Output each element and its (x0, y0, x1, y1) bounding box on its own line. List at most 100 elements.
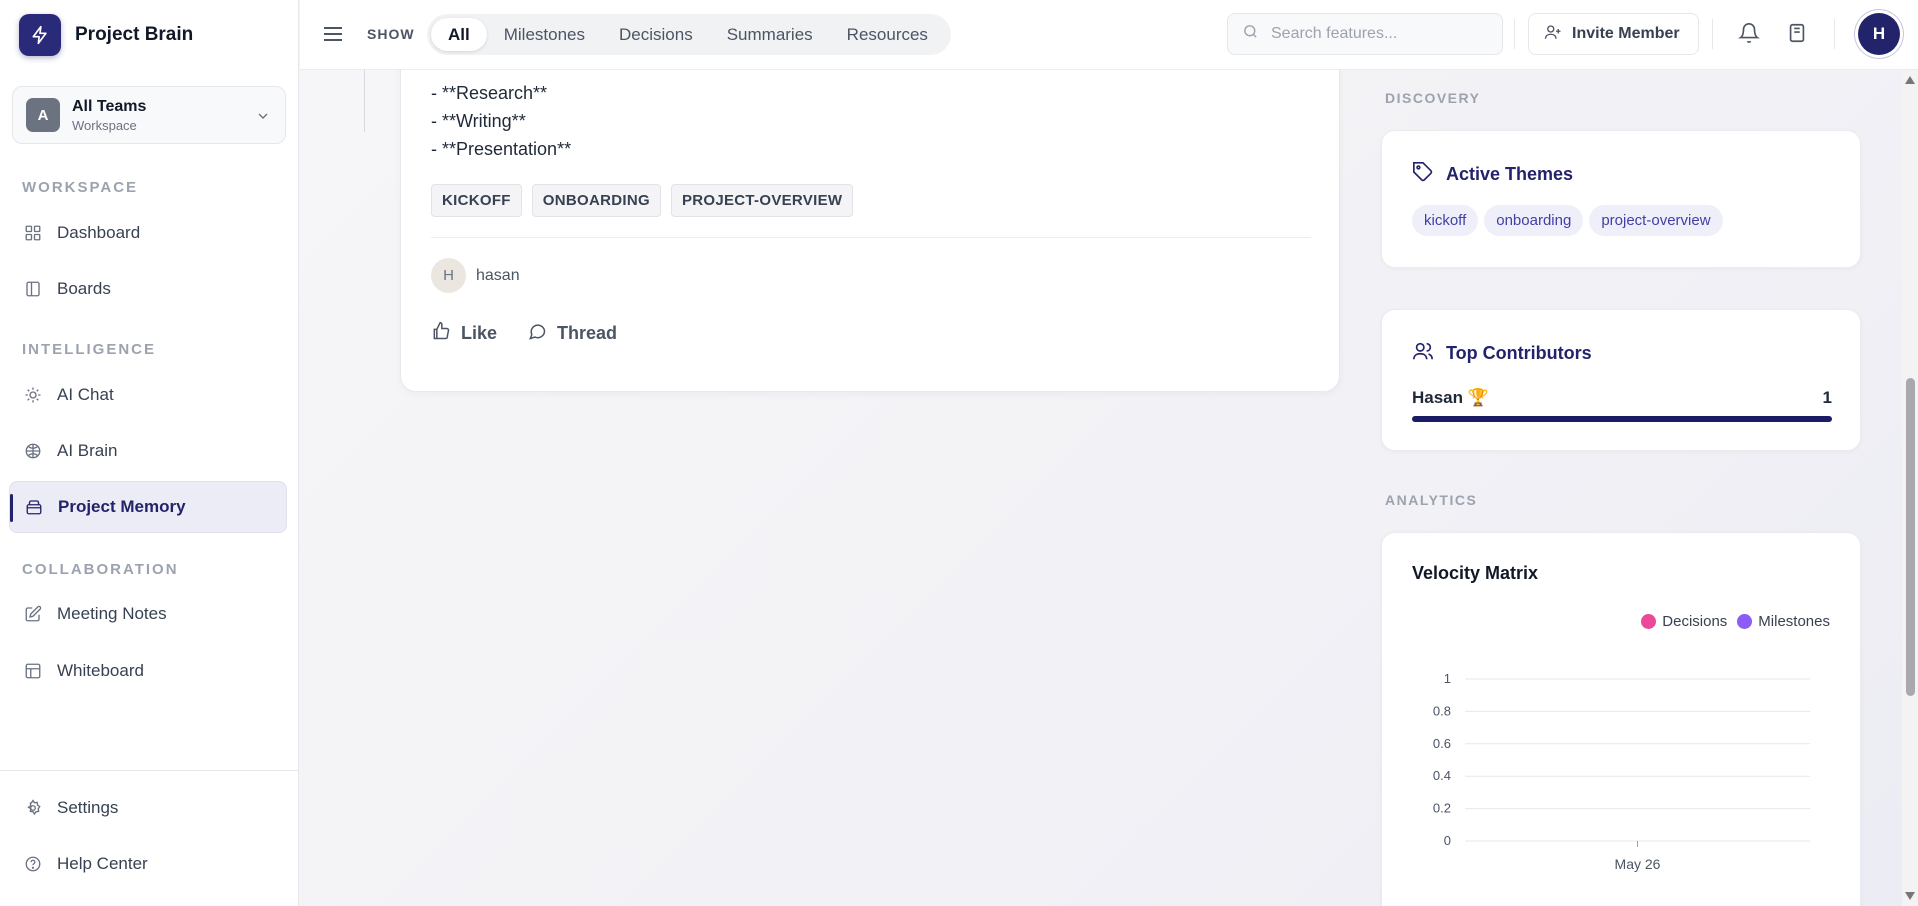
author-name: hasan (476, 266, 520, 284)
thread-button[interactable]: Thread (527, 321, 617, 346)
team-avatar: A (26, 98, 60, 132)
brand[interactable]: Project Brain (19, 14, 193, 56)
theme-chip-project-overview[interactable]: project-overview (1589, 205, 1723, 236)
sidebar-item-help-center[interactable]: Help Center (9, 838, 287, 890)
team-name: All Teams (72, 97, 147, 115)
board-icon (23, 279, 43, 299)
y-tick-label: 0.4 (1433, 768, 1451, 783)
search-input[interactable] (1271, 25, 1491, 43)
sidebar-item-settings[interactable]: Settings (9, 782, 287, 834)
sidebar-item-project-memory[interactable]: Project Memory (9, 481, 287, 533)
legend-dot (1737, 614, 1753, 629)
analytics-label: ANALYTICS (1385, 492, 1478, 508)
scroll-down-arrow[interactable] (1905, 892, 1915, 900)
y-tick-label: 0.6 (1433, 736, 1451, 751)
tag-project-overview[interactable]: PROJECT-OVERVIEW (670, 184, 854, 217)
y-tick-label: 0 (1444, 833, 1451, 848)
grid-icon (23, 223, 43, 243)
section-label-collaboration: COLLABORATION (22, 561, 179, 578)
scrollbar[interactable] (1902, 70, 1918, 906)
post-tags: KICKOFF ONBOARDING PROJECT-OVERVIEW (431, 184, 863, 217)
scroll-up-arrow[interactable] (1905, 76, 1915, 84)
filter-tab-summaries[interactable]: Summaries (710, 18, 830, 51)
discovery-label: DISCOVERY (1385, 90, 1481, 106)
legend-dot (1641, 614, 1657, 629)
edit-icon (23, 604, 43, 624)
top-contributors-title: Top Contributors (1446, 343, 1592, 363)
archive-icon (24, 497, 44, 517)
layout-icon (23, 661, 43, 681)
sidebar-item-boards[interactable]: Boards (9, 263, 287, 315)
invite-member-button[interactable]: Invite Member (1528, 13, 1699, 55)
contributor-count: 1 (1822, 388, 1832, 407)
search-icon (1242, 23, 1259, 45)
sidebar-item-label: Boards (57, 279, 111, 298)
memory-post-card: - **Research** - **Writing** - **Present… (400, 70, 1340, 392)
section-label-workspace: WORKSPACE (22, 179, 139, 196)
brain-icon (23, 441, 43, 461)
contributor-bar (1412, 416, 1832, 422)
filter-tabs: All Milestones Decisions Summaries Resou… (427, 14, 951, 55)
sidebar-item-ai-chat[interactable]: AI Chat (9, 369, 287, 421)
y-tick-label: 0.8 (1433, 703, 1451, 718)
post-line: - **Writing** (431, 111, 526, 131)
lightning-icon (19, 14, 61, 56)
team-subtitle: Workspace (72, 117, 137, 133)
sidebar-item-whiteboard[interactable]: Whiteboard (9, 645, 287, 697)
user-plus-icon (1544, 23, 1562, 46)
sidebar-item-dashboard[interactable]: Dashboard (9, 207, 287, 259)
filter-tab-decisions[interactable]: Decisions (602, 18, 710, 51)
active-themes-title: Active Themes (1446, 164, 1574, 184)
sidebar-item-meeting-notes[interactable]: Meeting Notes (9, 588, 287, 640)
tag-kickoff[interactable]: KICKOFF (431, 184, 522, 217)
user-avatar[interactable]: H (1858, 13, 1900, 55)
legend-label: Milestones (1758, 613, 1830, 630)
show-label: SHOW (367, 26, 415, 42)
brand-title: Project Brain (75, 24, 194, 45)
divider (1514, 19, 1515, 49)
help-icon (23, 854, 43, 874)
sidebar-item-ai-brain[interactable]: AI Brain (9, 425, 287, 477)
divider (1834, 19, 1835, 49)
chart-legend: Decisions Milestones (1631, 613, 1830, 630)
scrollbar-thumb[interactable] (1906, 378, 1915, 696)
x-tick-label: May 26 (1615, 856, 1661, 872)
thread-label: Thread (557, 323, 618, 343)
lightbulb-icon (23, 385, 43, 405)
theme-chips: kickoff onboarding project-overview (1412, 205, 1729, 236)
filter-tab-resources[interactable]: Resources (830, 18, 945, 51)
bell-icon[interactable] (1738, 22, 1760, 49)
like-button[interactable]: Like (431, 321, 497, 346)
velocity-matrix-card: Velocity Matrix Decisions Milestones 0 0.… (1381, 532, 1861, 906)
sidebar-item-label: Whiteboard (57, 661, 144, 680)
book-icon[interactable] (1786, 22, 1808, 49)
legend-item-milestones[interactable]: Milestones (1737, 613, 1830, 630)
team-switcher[interactable]: A All Teams Workspace (12, 86, 286, 144)
sidebar-item-label: Settings (57, 798, 119, 817)
timeline-line (364, 70, 365, 132)
velocity-matrix-title: Velocity Matrix (1412, 563, 1539, 583)
filter-tab-milestones[interactable]: Milestones (487, 18, 602, 51)
post-author: H hasan (431, 258, 520, 293)
comment-icon (527, 321, 547, 346)
menu-icon[interactable] (321, 22, 345, 51)
sidebar-item-label: Help Center (57, 854, 148, 873)
author-avatar: H (431, 258, 466, 293)
contributor-bar-fill (1412, 416, 1832, 422)
y-tick-label: 1 (1444, 671, 1451, 686)
theme-chip-kickoff[interactable]: kickoff (1412, 205, 1479, 236)
filter-tab-all[interactable]: All (431, 18, 487, 51)
tag-onboarding[interactable]: ONBOARDING (531, 184, 661, 217)
post-line: - **Research** (431, 83, 548, 103)
theme-chip-onboarding[interactable]: onboarding (1484, 205, 1584, 236)
velocity-chart: 0 0.2 0.4 0.6 0.8 1 May 26 (1433, 671, 1810, 872)
legend-item-decisions[interactable]: Decisions (1641, 613, 1727, 630)
contributor-row: Hasan 🏆 1 (1412, 388, 1832, 408)
sidebar: Project Brain A All Teams Workspace WORK… (0, 0, 299, 906)
contributor-name: Hasan 🏆 (1412, 388, 1489, 407)
tag-icon (1412, 161, 1434, 188)
sidebar-item-label: AI Chat (57, 385, 114, 404)
post-actions: Like Thread (431, 321, 647, 346)
thumbs-up-icon (431, 321, 451, 346)
top-contributors-card: Top Contributors Hasan 🏆 1 (1381, 309, 1861, 451)
